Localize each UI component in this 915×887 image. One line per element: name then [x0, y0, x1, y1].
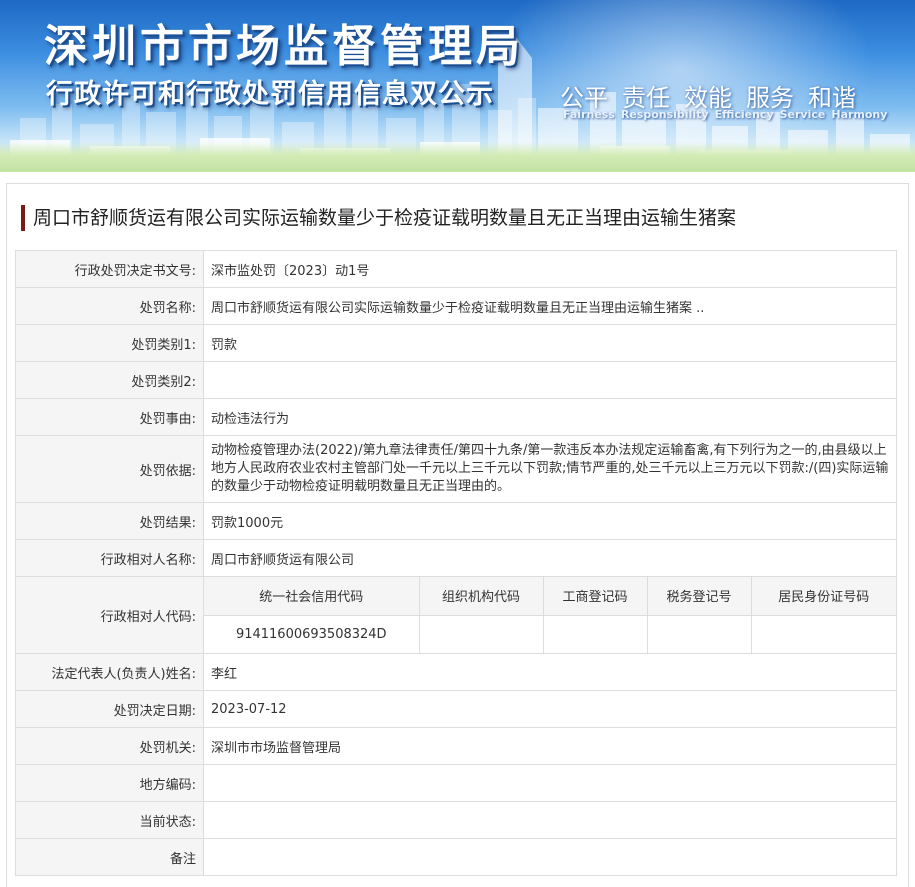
row-legal-rep: 法定代表人(负责人)姓名: 李红: [15, 653, 897, 691]
code-value-business: [543, 615, 648, 653]
penalty-info-table: 行政处罚决定书文号: 深市监处罚〔2023〕动1号 处罚名称: 周口市舒顺货运有…: [15, 250, 897, 876]
value-en-1: Responsibility: [620, 108, 709, 121]
penalty-name-label: 处罚名称:: [15, 287, 204, 325]
banner-title: 深圳市市场监督管理局: [44, 21, 524, 72]
row-doc-no: 行政处罚决定书文号: 深市监处罚〔2023〕动1号: [15, 250, 897, 288]
category2-value: [203, 361, 897, 399]
row-cause: 处罚事由: 动检违法行为: [15, 398, 897, 436]
row-basis: 处罚依据: 动物检疫管理办法(2022)/第九章法律责任/第四十九条/第一款违反…: [15, 435, 897, 503]
party-name-value: 周口市舒顺货运有限公司: [203, 539, 897, 577]
legal-rep-value: 李红: [203, 653, 897, 691]
header-banner: 深圳市市场监督管理局 行政许可和行政处罚信用信息双公示 公平 责任 效能 服务 和谐 F…: [0, 0, 915, 172]
code-value-id: [751, 615, 896, 653]
category1-value: 罚款: [203, 324, 897, 362]
status-label: 当前状态:: [15, 801, 204, 839]
party-code-label: 行政相对人代码:: [15, 576, 204, 654]
region-code-label: 地方编码:: [15, 764, 204, 802]
region-code-value: [203, 764, 897, 802]
row-party-code: 行政相对人代码: 统一社会信用代码 组织机构代码 工商登记码 税务登记号 居民身…: [15, 576, 897, 654]
code-header-business: 工商登记码: [543, 577, 648, 616]
banner-grass: [0, 142, 915, 172]
banner-subtitle: 行政许可和行政处罚信用信息双公示: [46, 79, 494, 110]
code-value-credit: 91411600693508324D: [204, 615, 420, 653]
code-value-org: [419, 615, 544, 653]
decision-date-value: 2023-07-12: [203, 690, 897, 728]
code-value-tax: [647, 615, 752, 653]
code-value-row: 91411600693508324D: [204, 615, 896, 653]
value-en-2: Efficiency: [714, 108, 774, 121]
status-value: [203, 801, 897, 839]
party-code-table: 统一社会信用代码 组织机构代码 工商登记码 税务登记号 居民身份证号码 9141…: [204, 577, 896, 653]
doc-no-label: 行政处罚决定书文号:: [15, 250, 204, 288]
category1-label: 处罚类别1:: [15, 324, 204, 362]
basis-label: 处罚依据:: [15, 435, 204, 503]
content-panel: 周口市舒顺货运有限公司实际运输数量少于检疫证载明数量且无正当理由运输生猪案 行政…: [6, 183, 909, 887]
code-header-row: 统一社会信用代码 组织机构代码 工商登记码 税务登记号 居民身份证号码: [204, 577, 896, 616]
result-label: 处罚结果:: [15, 502, 204, 540]
value-en-4: Harmony: [831, 108, 888, 121]
cause-label: 处罚事由:: [15, 398, 204, 436]
code-header-tax: 税务登记号: [647, 577, 752, 616]
row-decision-date: 处罚决定日期: 2023-07-12: [15, 690, 897, 728]
value-en-0: Fairness: [563, 108, 615, 121]
row-category2: 处罚类别2:: [15, 361, 897, 399]
authority-label: 处罚机关:: [15, 727, 204, 765]
remark-label: 备注: [15, 838, 204, 876]
doc-no-value: 深市监处罚〔2023〕动1号: [203, 250, 897, 288]
party-code-cell: 统一社会信用代码 组织机构代码 工商登记码 税务登记号 居民身份证号码 9141…: [203, 576, 897, 654]
cause-value: 动检违法行为: [203, 398, 897, 436]
basis-value: 动物检疫管理办法(2022)/第九章法律责任/第四十九条/第一款违反本办法规定运…: [203, 435, 897, 503]
row-remark: 备注: [15, 838, 897, 876]
row-category1: 处罚类别1: 罚款: [15, 324, 897, 362]
category2-label: 处罚类别2:: [15, 361, 204, 399]
authority-value: 深圳市市场监督管理局: [203, 727, 897, 765]
banner-values-en: Fairness Responsibility Efficiency Service H…: [563, 108, 893, 121]
row-party-name: 行政相对人名称: 周口市舒顺货运有限公司: [15, 539, 897, 577]
decision-date-label: 处罚决定日期:: [15, 690, 204, 728]
row-penalty-name: 处罚名称: 周口市舒顺货运有限公司实际运输数量少于检疫证载明数量且无正当理由运输…: [15, 287, 897, 325]
code-header-id: 居民身份证号码: [751, 577, 896, 616]
row-authority: 处罚机关: 深圳市市场监督管理局: [15, 727, 897, 765]
row-result: 处罚结果: 罚款1000元: [15, 502, 897, 540]
result-value: 罚款1000元: [203, 502, 897, 540]
row-status: 当前状态:: [15, 801, 897, 839]
case-title: 周口市舒顺货运有限公司实际运输数量少于检疫证载明数量且无正当理由运输生猪案: [21, 205, 736, 231]
legal-rep-label: 法定代表人(负责人)姓名:: [15, 653, 204, 691]
code-header-org: 组织机构代码: [419, 577, 544, 616]
remark-value: [203, 838, 897, 876]
row-region-code: 地方编码:: [15, 764, 897, 802]
penalty-name-value: 周口市舒顺货运有限公司实际运输数量少于检疫证载明数量且无正当理由运输生猪案 ..: [203, 287, 897, 325]
code-header-credit: 统一社会信用代码: [204, 577, 420, 616]
value-en-3: Service: [779, 108, 826, 121]
party-name-label: 行政相对人名称:: [15, 539, 204, 577]
